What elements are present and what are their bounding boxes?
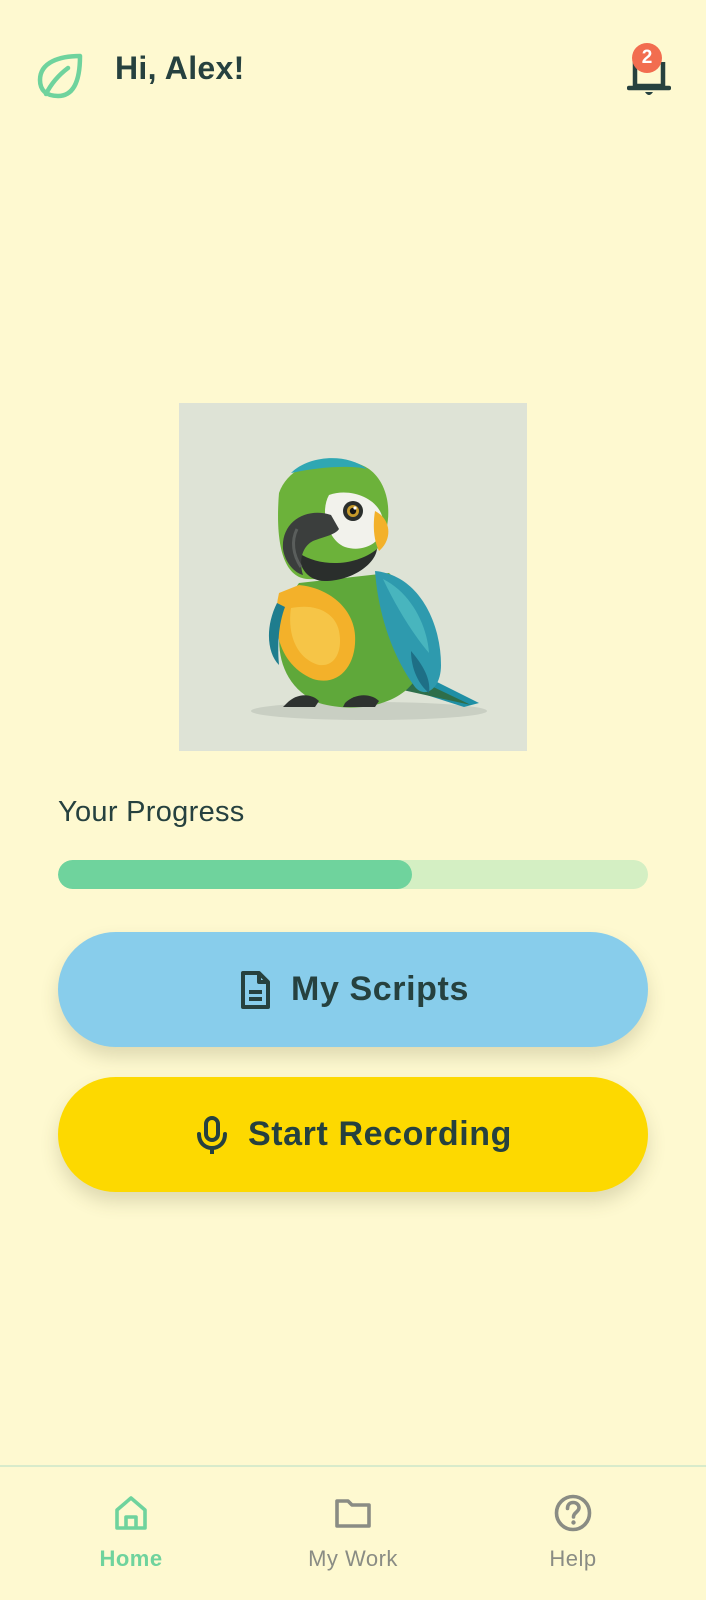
home-icon [115, 1496, 147, 1530]
my-scripts-button[interactable]: My Scripts [58, 932, 648, 1047]
nav-item-help[interactable]: Help [455, 1467, 691, 1600]
parrot-illustration [179, 403, 527, 751]
progress-bar [58, 860, 648, 889]
document-icon [241, 970, 271, 1009]
bottom-navigation: Home My Work Help [0, 1465, 706, 1600]
nav-label-my-work: My Work [308, 1546, 398, 1571]
app-header: Hi, Alex! 2 [0, 0, 706, 140]
progress-fill [58, 860, 412, 889]
nav-item-my-work[interactable]: My Work [235, 1467, 471, 1600]
microphone-icon [196, 1115, 227, 1154]
start-recording-button[interactable]: Start Recording [58, 1077, 648, 1192]
leaf-icon [37, 53, 83, 99]
nav-label-help: Help [549, 1546, 597, 1571]
help-icon [554, 1494, 592, 1532]
progress-label: Your Progress [58, 796, 245, 828]
greeting-title: Hi, Alex! [115, 50, 245, 86]
start-recording-label: Start Recording [247, 1115, 513, 1153]
nav-label-home: Home [99, 1546, 163, 1571]
nav-item-home[interactable]: Home [13, 1467, 249, 1600]
folder-icon [335, 1499, 371, 1528]
my-scripts-label: My Scripts [291, 970, 469, 1008]
notification-badge: 2 [632, 43, 662, 73]
